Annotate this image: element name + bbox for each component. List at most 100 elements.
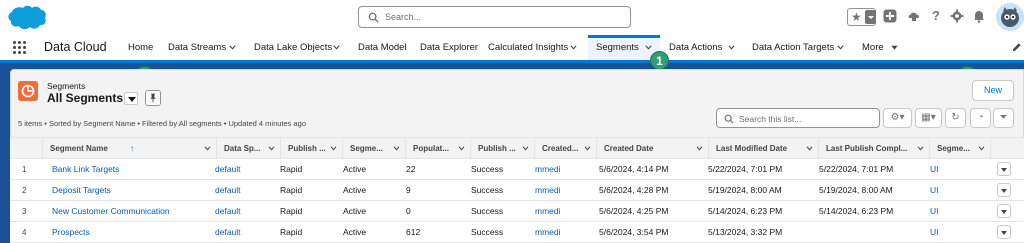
nav-item-data-streams[interactable]: Data Streams <box>168 42 226 53</box>
chevron-down-icon[interactable] <box>522 146 529 151</box>
favorites-dropdown-icon[interactable] <box>865 10 876 24</box>
created-date-cell: 5/6/2024, 3:54 PM <box>599 227 669 237</box>
chevron-down-icon[interactable] <box>837 44 844 51</box>
chart-icon[interactable]: ◔ <box>970 108 991 128</box>
nav-item-data-explorer[interactable]: Data Explorer <box>420 42 478 53</box>
table-row[interactable]: 4 Prospects default Rapid Active 612 Suc… <box>10 222 1024 243</box>
nav-item-segments[interactable]: Segments <box>596 42 639 53</box>
segment-name-link[interactable]: Prospects <box>52 222 90 243</box>
column-header-last-modified-date[interactable]: Last Modified Date <box>709 138 819 159</box>
column-header-created-date[interactable]: Created Date <box>597 138 709 159</box>
chevron-down-icon[interactable] <box>806 146 813 151</box>
segment-name-link[interactable]: Deposit Targets <box>52 180 111 201</box>
data-space-link[interactable]: default <box>215 180 241 201</box>
chevron-down-icon[interactable] <box>204 146 211 151</box>
notifications-bell-icon[interactable] <box>972 9 986 23</box>
avatar[interactable] <box>996 3 1024 31</box>
chevron-down-icon[interactable] <box>330 146 337 151</box>
nav-item-data-action-targets[interactable]: Data Action Targets <box>752 42 834 53</box>
column-header-last-publish-completed[interactable]: Last Publish Compl... <box>819 138 930 159</box>
help-icon[interactable]: ? <box>929 9 943 23</box>
edit-nav-pencil-icon[interactable] <box>1011 42 1022 53</box>
column-header-segment-name[interactable]: Segment Name ↑ <box>43 138 217 159</box>
population-cell: 0 <box>406 206 411 216</box>
list-settings-gear-button[interactable]: ⚙▾ <box>883 108 912 128</box>
new-button[interactable]: New <box>972 80 1014 101</box>
segment-name-link[interactable]: Bank Link Targets <box>52 159 119 180</box>
chevron-down-icon[interactable] <box>268 146 275 151</box>
global-header: Search... ★ ? <box>0 0 1024 35</box>
favorites-button[interactable]: ★ <box>847 8 876 26</box>
refresh-icon[interactable]: ↻ <box>945 108 966 128</box>
column-header-publish-type[interactable]: Publish ... <box>281 138 343 159</box>
setup-gear-icon[interactable] <box>950 9 964 23</box>
column-header-created-by[interactable]: Created... <box>535 138 597 159</box>
column-header-segment-status[interactable]: Segme... <box>343 138 406 159</box>
add-icon[interactable] <box>883 9 897 23</box>
data-space-link[interactable]: default <box>215 222 241 243</box>
chevron-down-icon[interactable] <box>570 44 577 51</box>
chevron-down-icon[interactable] <box>333 44 340 51</box>
chevron-down-icon[interactable] <box>696 146 703 151</box>
data-space-link[interactable]: default <box>215 201 241 222</box>
chevron-down-icon[interactable] <box>978 146 985 151</box>
segment-on-link[interactable]: UI <box>930 222 939 243</box>
nav-item-data-model[interactable]: Data Model <box>358 42 407 53</box>
segment-name-link[interactable]: New Customer Communication <box>52 201 170 222</box>
table-row[interactable]: 1 Bank Link Targets default Rapid Active… <box>10 159 1024 180</box>
global-search-input[interactable]: Search... <box>358 6 631 28</box>
list-search-input[interactable]: Search this list... <box>716 108 880 128</box>
column-header-data-space[interactable]: Data Sp... <box>217 138 281 159</box>
chevron-down-icon[interactable] <box>645 44 652 51</box>
row-actions-dropdown[interactable] <box>997 162 1011 176</box>
row-number: 4 <box>22 228 27 237</box>
table-row[interactable]: 2 Deposit Targets default Rapid Active 9… <box>10 180 1024 201</box>
app-navigation-bar: Data Cloud Home Data Streams Data Lake O… <box>0 35 1024 63</box>
search-placeholder: Search... <box>385 12 422 22</box>
column-header-segment-on[interactable]: Segme... <box>930 138 991 159</box>
table-header: Segment Name ↑ Data Sp... Publish ... Seg… <box>10 137 1024 159</box>
segment-on-link[interactable]: UI <box>930 159 939 180</box>
segment-on-link[interactable]: UI <box>930 201 939 222</box>
salesforce-cloud-logo[interactable] <box>7 4 47 31</box>
app-launcher-icon[interactable] <box>13 41 27 55</box>
nav-item-home[interactable]: Home <box>128 42 153 53</box>
trailhead-icon[interactable] <box>907 9 921 23</box>
segment-on-link[interactable]: UI <box>930 180 939 201</box>
created-date-cell: 5/6/2024, 4:25 PM <box>599 206 669 216</box>
row-actions-dropdown[interactable] <box>997 183 1011 197</box>
nav-item-data-lake-objects[interactable]: Data Lake Objects <box>254 42 332 53</box>
list-view-title[interactable]: All Segments <box>47 91 123 105</box>
table-row[interactable]: 3 New Customer Communication default Rap… <box>10 201 1024 222</box>
chevron-down-icon[interactable] <box>458 146 465 151</box>
created-date-cell: 5/6/2024, 4:14 PM <box>599 164 669 174</box>
list-view-switcher-icon[interactable] <box>124 92 138 105</box>
column-header-population[interactable]: Populat... <box>406 138 471 159</box>
row-number: 2 <box>22 186 27 195</box>
nav-item-more[interactable]: More <box>862 42 884 53</box>
nav-item-calculated-insights[interactable]: Calculated Insights <box>488 42 568 53</box>
chevron-down-icon[interactable] <box>229 44 236 51</box>
column-header-publish-status[interactable]: Publish ... <box>471 138 535 159</box>
pin-list-view-icon[interactable] <box>145 90 161 106</box>
nav-item-data-actions[interactable]: Data Actions <box>669 42 722 53</box>
filter-icon[interactable]: ⏷ <box>993 108 1014 128</box>
display-as-table-button[interactable]: ▦▾ <box>915 108 942 128</box>
created-by-link[interactable]: mmedi <box>535 159 561 180</box>
row-number-header <box>10 138 43 159</box>
segment-status-cell: Active <box>343 164 367 174</box>
row-actions-dropdown[interactable] <box>997 204 1011 218</box>
created-by-link[interactable]: mmedi <box>535 201 561 222</box>
created-by-link[interactable]: mmedi <box>535 222 561 243</box>
chevron-down-icon[interactable] <box>728 44 735 51</box>
last-publish-cell: 5/22/2024, 7:01 PM <box>819 164 894 174</box>
data-space-link[interactable]: default <box>215 159 241 180</box>
publish-type-cell: Rapid <box>280 206 303 216</box>
created-by-link[interactable]: mmedi <box>535 180 561 201</box>
caret-down-icon[interactable] <box>891 44 898 51</box>
chevron-down-icon[interactable] <box>393 146 400 151</box>
publish-type-cell: Rapid <box>280 164 303 174</box>
chevron-down-icon[interactable] <box>917 146 924 151</box>
chevron-down-icon[interactable] <box>584 146 591 151</box>
row-actions-dropdown[interactable] <box>997 225 1011 239</box>
